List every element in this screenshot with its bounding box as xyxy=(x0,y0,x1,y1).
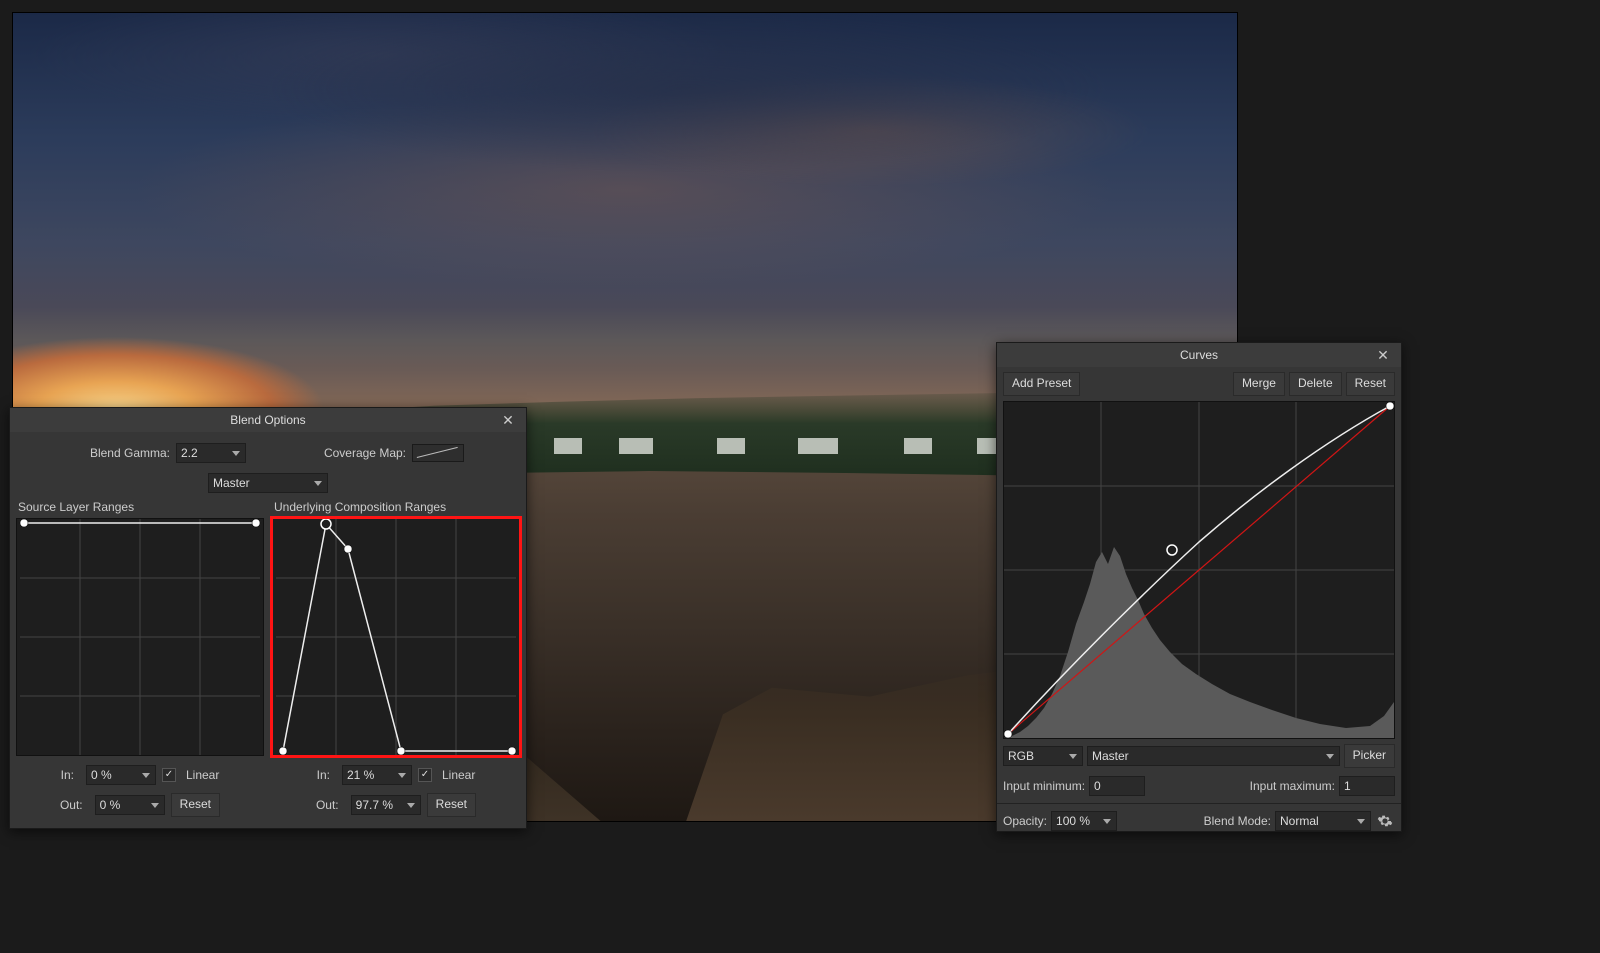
underlying-out-field[interactable]: 97.7 % xyxy=(351,795,421,815)
curves-panel[interactable]: Curves ✕ Add Preset Merge Delete Reset R… xyxy=(996,342,1402,832)
merge-button[interactable]: Merge xyxy=(1233,372,1285,396)
curves-master-dropdown[interactable]: Master xyxy=(1087,746,1340,766)
source-ranges-label: Source Layer Ranges xyxy=(16,500,264,518)
blend-gamma-dropdown[interactable]: 2.2 xyxy=(176,443,246,463)
input-max-field[interactable]: 1 xyxy=(1339,776,1395,796)
opacity-field[interactable]: 100 % xyxy=(1051,811,1117,831)
close-icon[interactable]: ✕ xyxy=(1371,343,1395,367)
source-reset-button[interactable]: Reset xyxy=(171,793,220,817)
source-out-label: Out: xyxy=(60,798,89,812)
underlying-in-label: In: xyxy=(317,768,336,782)
input-min-field[interactable]: 0 xyxy=(1089,776,1145,796)
underlying-in-field[interactable]: 21 % xyxy=(342,765,412,785)
reset-button[interactable]: Reset xyxy=(1346,372,1395,396)
coverage-map-thumbnail[interactable] xyxy=(412,444,464,462)
close-icon[interactable]: ✕ xyxy=(496,408,520,432)
coverage-map-label: Coverage Map: xyxy=(266,446,412,460)
opacity-label: Opacity: xyxy=(1003,814,1047,828)
source-linear-label: Linear xyxy=(186,768,219,782)
underlying-reset-button[interactable]: Reset xyxy=(427,793,476,817)
blend-mode-dropdown[interactable]: Normal xyxy=(1275,811,1371,831)
underlying-ranges-graph[interactable] xyxy=(272,518,520,756)
input-max-label: Input maximum: xyxy=(1250,779,1335,793)
add-preset-button[interactable]: Add Preset xyxy=(1003,372,1080,396)
delete-button[interactable]: Delete xyxy=(1289,372,1342,396)
input-min-label: Input minimum: xyxy=(1003,779,1085,793)
source-linear-checkbox[interactable] xyxy=(162,768,176,782)
source-out-field[interactable]: 0 % xyxy=(95,795,165,815)
source-ranges-graph[interactable] xyxy=(16,518,264,756)
source-in-field[interactable]: 0 % xyxy=(86,765,156,785)
curves-channel-dropdown[interactable]: RGB xyxy=(1003,746,1083,766)
blend-gamma-label: Blend Gamma: xyxy=(30,446,176,460)
underlying-linear-checkbox[interactable] xyxy=(418,768,432,782)
panel-title-text: Blend Options xyxy=(230,413,305,427)
panel-title[interactable]: Blend Options ✕ xyxy=(10,408,526,432)
blend-channel-dropdown[interactable]: Master xyxy=(208,473,328,493)
curves-title-text: Curves xyxy=(1180,348,1218,362)
curves-panel-title[interactable]: Curves ✕ xyxy=(997,343,1401,367)
gear-icon[interactable] xyxy=(1375,811,1395,831)
curves-graph[interactable] xyxy=(1003,401,1395,739)
underlying-linear-label: Linear xyxy=(442,768,475,782)
blend-mode-label: Blend Mode: xyxy=(1204,814,1271,828)
picker-button[interactable]: Picker xyxy=(1344,744,1395,768)
source-in-label: In: xyxy=(61,768,80,782)
blend-options-panel[interactable]: Blend Options ✕ Blend Gamma: 2.2 Coverag… xyxy=(9,407,527,829)
underlying-ranges-label: Underlying Composition Ranges xyxy=(272,500,520,518)
underlying-out-label: Out: xyxy=(316,798,345,812)
